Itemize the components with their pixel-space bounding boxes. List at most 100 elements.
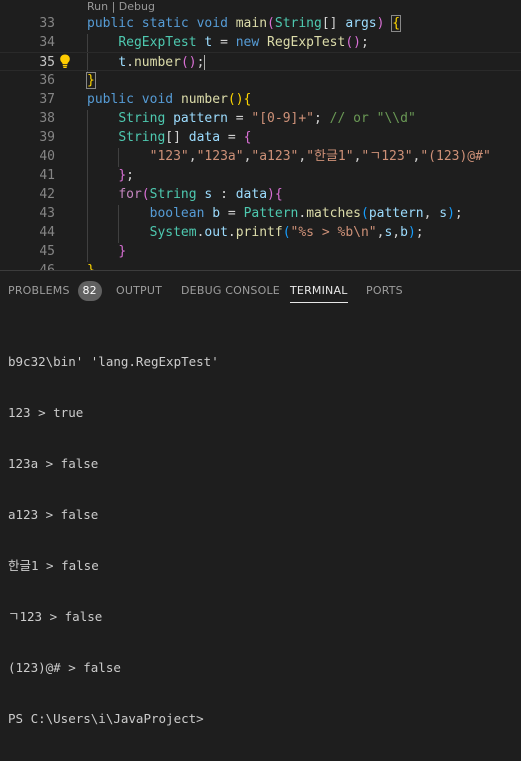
text-cursor [203, 55, 205, 70]
code-token: , [298, 149, 307, 164]
code-token: ) [407, 225, 416, 240]
code-token: // or "\\d" [329, 111, 416, 126]
code-token: "a123" [251, 149, 299, 164]
code-token: data [188, 130, 221, 145]
line-number: 39 [39, 130, 55, 145]
code-token: (){ [227, 92, 252, 107]
codelens-run-link[interactable]: Run [87, 0, 108, 13]
code-text: } [87, 261, 95, 270]
code-token: . [126, 55, 134, 70]
code-line[interactable]: 33 public static void main(String[] args)… [0, 14, 521, 33]
code-line[interactable]: 36} [0, 71, 521, 90]
lightbulb-icon[interactable] [58, 53, 72, 69]
terminal-line: ㄱ123 > false [8, 609, 103, 624]
line-number: 44 [39, 225, 55, 240]
code-token: ( [282, 225, 291, 240]
code-token: b [400, 225, 408, 240]
code-line[interactable]: 45 } [0, 242, 521, 261]
code-token: pattern [368, 206, 424, 221]
line-number: 35 [39, 55, 55, 70]
code-token: { [243, 130, 252, 145]
code-text: t.number(); [87, 53, 205, 72]
code-token: s [439, 206, 448, 221]
code-editor[interactable]: Run | Debug 33 public static void main(St… [0, 0, 521, 270]
code-token: data [235, 187, 268, 202]
code-text: String pattern = "[0-9]+"; // or "\\d" [87, 109, 416, 128]
code-line[interactable]: 44 System.out.printf("%s > %b\n",s,b); [0, 223, 521, 242]
tab-problems[interactable]: PROBLEMS 82 [8, 271, 102, 311]
code-token: "[0-9]+" [251, 111, 315, 126]
code-token: , [188, 149, 197, 164]
line-number: 33 [39, 16, 55, 31]
line-number: 37 [39, 92, 55, 107]
tab-debug-console-label: DEBUG CONSOLE [181, 284, 280, 297]
code-line[interactable]: 41 }; [0, 166, 521, 185]
code-text: RegExpTest t = new RegExpTest(); [87, 33, 369, 52]
tab-debug-console[interactable]: DEBUG CONSOLE [181, 271, 280, 311]
code-token: , [392, 225, 401, 240]
code-token: matches [306, 206, 361, 221]
terminal-output[interactable]: b9c32\bin' 'lang.RegExpTest' 123 > true … [8, 319, 518, 761]
code-line[interactable]: 39 String[] data = { [0, 128, 521, 147]
code-token: System [149, 225, 197, 240]
code-line[interactable]: 37 public void number(){ [0, 90, 521, 109]
codelens-debug-link[interactable]: Debug [119, 0, 155, 13]
tab-ports[interactable]: PORTS [366, 271, 403, 311]
problems-count-badge: 82 [77, 281, 102, 301]
code-token: () [180, 55, 197, 70]
code-text: for(String s : data){ [87, 185, 282, 204]
code-token: ( [141, 187, 150, 202]
line-number: 45 [39, 244, 55, 259]
code-text: } [87, 242, 126, 261]
code-line[interactable]: 42 for(String s : data){ [0, 185, 521, 204]
code-token: ( [360, 206, 369, 221]
code-line[interactable]: 38 String pattern = "[0-9]+"; // or "\\d… [0, 109, 521, 128]
terminal-prompt: PS C:\Users\i\JavaProject> [8, 711, 204, 726]
code-token: ) [267, 187, 275, 202]
code-token: ; [454, 206, 463, 221]
code-line[interactable]: 46} [0, 261, 521, 270]
code-token: RegExpTest [267, 35, 346, 50]
tab-terminal[interactable]: TERMINAL [290, 271, 348, 311]
code-token: String [118, 111, 166, 126]
code-token: String [274, 16, 322, 31]
code-line[interactable]: 35 t.number(); [0, 52, 521, 71]
code-token: , [423, 206, 440, 221]
tab-problems-label: PROBLEMS [8, 284, 70, 297]
code-token: main [235, 16, 268, 31]
code-line[interactable]: 43 boolean b = Pattern.matches(pattern, … [0, 204, 521, 223]
code-text: public static void main(String[] args) { [87, 14, 402, 33]
code-line[interactable]: 34 RegExpTest t = new RegExpTest(); [0, 33, 521, 52]
code-text: } [86, 71, 96, 90]
code-text: boolean b = Pattern.matches(pattern, s); [87, 204, 463, 223]
code-token: } [118, 168, 127, 183]
code-token: void [141, 92, 174, 107]
code-token: "123a" [196, 149, 244, 164]
code-text: String[] data = { [87, 128, 251, 147]
terminal-line: 123 > true [8, 405, 84, 420]
code-token: ; [415, 225, 424, 240]
code-text: }; [87, 166, 134, 185]
code-line[interactable]: 40 "123","123a","a123","한글1","ㄱ123","(12… [0, 147, 521, 166]
code-token: "(123)@#" [420, 149, 491, 164]
code-token: ; [314, 111, 330, 126]
bottom-panel: PROBLEMS 82 OUTPUT DEBUG CONSOLE TERMINAL… [0, 270, 521, 726]
code-token: () [345, 35, 361, 50]
code-token: args [345, 16, 377, 31]
terminal-line: (123)@# > false [8, 660, 121, 675]
code-token: b [212, 206, 221, 221]
code-token: . [227, 225, 236, 240]
code-token: new [235, 35, 260, 50]
terminal-line: a123 > false [8, 507, 99, 522]
line-number: 36 [39, 73, 55, 88]
matched-bracket: } [86, 72, 96, 89]
code-token: "ㄱ123" [361, 149, 413, 164]
tab-ports-label: PORTS [366, 284, 403, 297]
code-token: "%s > %b\n" [290, 225, 377, 240]
tab-output[interactable]: OUTPUT [116, 271, 162, 311]
code-token: } [118, 244, 127, 259]
